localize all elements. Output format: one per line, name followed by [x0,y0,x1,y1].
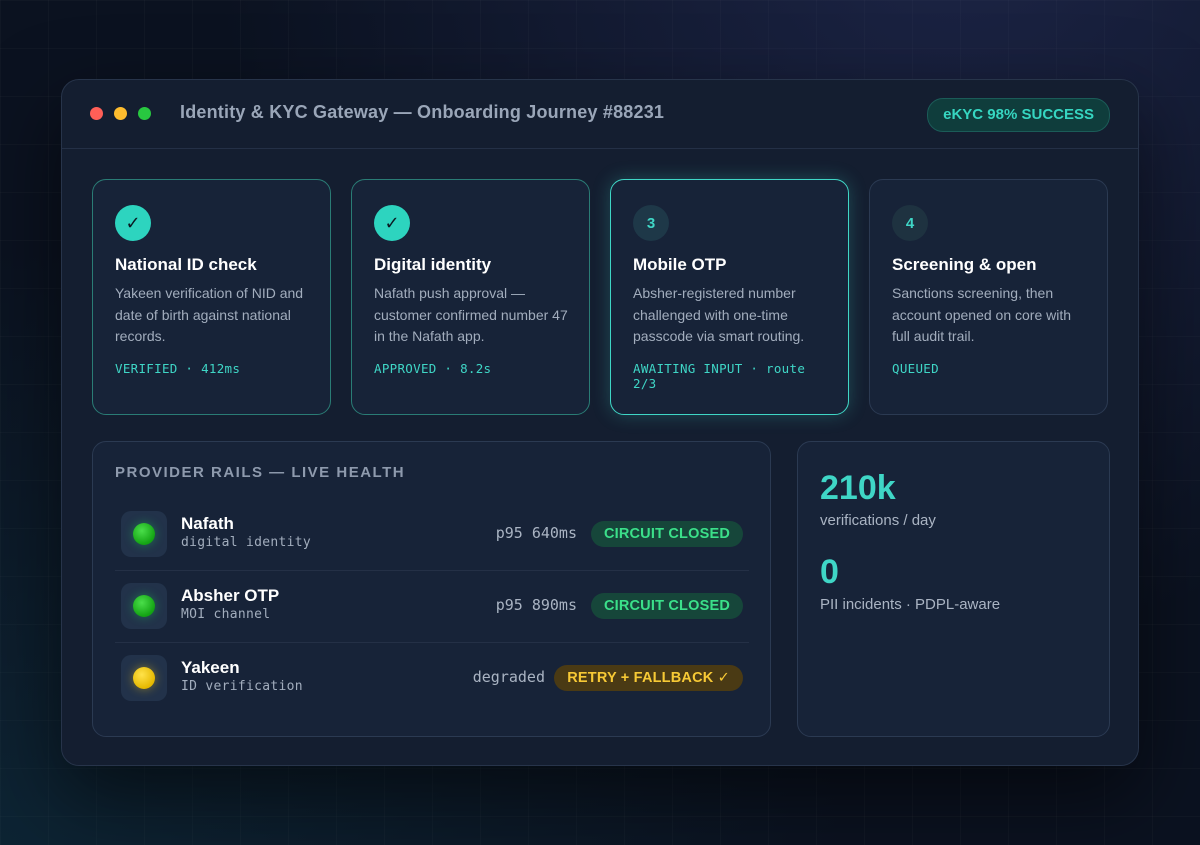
step-number-badge: 3 [633,205,669,241]
step-title: Screening & open [892,255,1037,274]
rail-subtitle: digital identity [181,535,312,550]
rail-latency: p95 890ms [495,596,577,614]
step-description: Nafath push approval — customer confirme… [374,285,568,344]
provider-rails-panel: PROVIDER RAILS — LIVE HEALTH Nafath digi… [92,441,771,737]
rail-row-yakeen[interactable]: Yakeen ID verification degraded RETRY + … [115,642,749,714]
pii-incidents-label: PII incidents · PDPL-aware [820,596,1001,613]
rail-row-absher-otp[interactable]: Absher OTP MOI channel p95 890ms CIRCUIT… [115,570,749,643]
ekyc-success-badge: eKYC 98% SUCCESS [927,98,1110,132]
verifications-per-day-label: verifications / day [820,512,936,529]
rail-name: Nafath [181,514,234,533]
step-number-badge: 4 [892,205,928,241]
step-title: Mobile OTP [633,255,727,274]
window-title: Identity & KYC Gateway — Onboarding Jour… [180,102,665,122]
step-status: APPROVED · 8.2s [374,361,492,376]
status-light-icon [121,583,167,629]
rail-subtitle: MOI channel [181,607,271,622]
rail-subtitle: ID verification [181,679,303,694]
rail-latency: p95 640ms [495,524,577,542]
window-titlebar: Identity & KYC Gateway — Onboarding Jour… [62,80,1138,149]
pii-incidents-value: 0 [820,553,839,591]
check-icon: ✓ [115,205,151,241]
rail-name: Absher OTP [181,586,280,605]
minimize-window-button[interactable] [114,107,127,120]
verifications-per-day-value: 210k [820,469,896,507]
rail-row-nafath[interactable]: Nafath digital identity p95 640ms CIRCUI… [115,498,749,571]
step-description: Yakeen verification of NID and date of b… [115,285,304,344]
step-card-digital-identity[interactable]: ✓ Digital identity Nafath push approval … [351,179,590,415]
step-status: AWAITING INPUT · route 2/3 [633,361,806,391]
step-status: VERIFIED · 412ms [115,361,241,376]
step-card-screening[interactable]: 4 Screening & open Sanctions screening, … [869,179,1108,415]
step-status: QUEUED [892,361,939,376]
rail-status-pill: CIRCUIT CLOSED [590,593,743,619]
stats-panel: 210k verifications / day 0 PII incidents… [797,441,1110,737]
step-description: Sanctions screening, then account opened… [892,285,1072,344]
step-title: National ID check [115,255,257,274]
green-status-light-icon [133,595,155,617]
close-window-button[interactable] [90,107,103,120]
yellow-status-light-icon [133,667,155,689]
green-status-light-icon [133,523,155,545]
step-description: Absher-registered number challenged with… [633,285,805,344]
rail-status-pill: CIRCUIT CLOSED [590,521,743,547]
rails-heading: PROVIDER RAILS — LIVE HEALTH [115,464,406,481]
rail-name: Yakeen [181,658,240,677]
status-light-icon [121,655,167,701]
step-title: Digital identity [374,255,492,274]
step-card-national-id[interactable]: ✓ National ID check Yakeen verification … [92,179,331,415]
kyc-gateway-window: Identity & KYC Gateway — Onboarding Jour… [61,79,1139,766]
rail-status-pill: RETRY + FALLBACK ✓ [554,665,743,691]
step-card-mobile-otp[interactable]: 3 Mobile OTP Absher-registered number ch… [610,179,849,415]
check-icon: ✓ [374,205,410,241]
maximize-window-button[interactable] [138,107,151,120]
rail-health: degraded [472,668,545,686]
status-light-icon [121,511,167,557]
